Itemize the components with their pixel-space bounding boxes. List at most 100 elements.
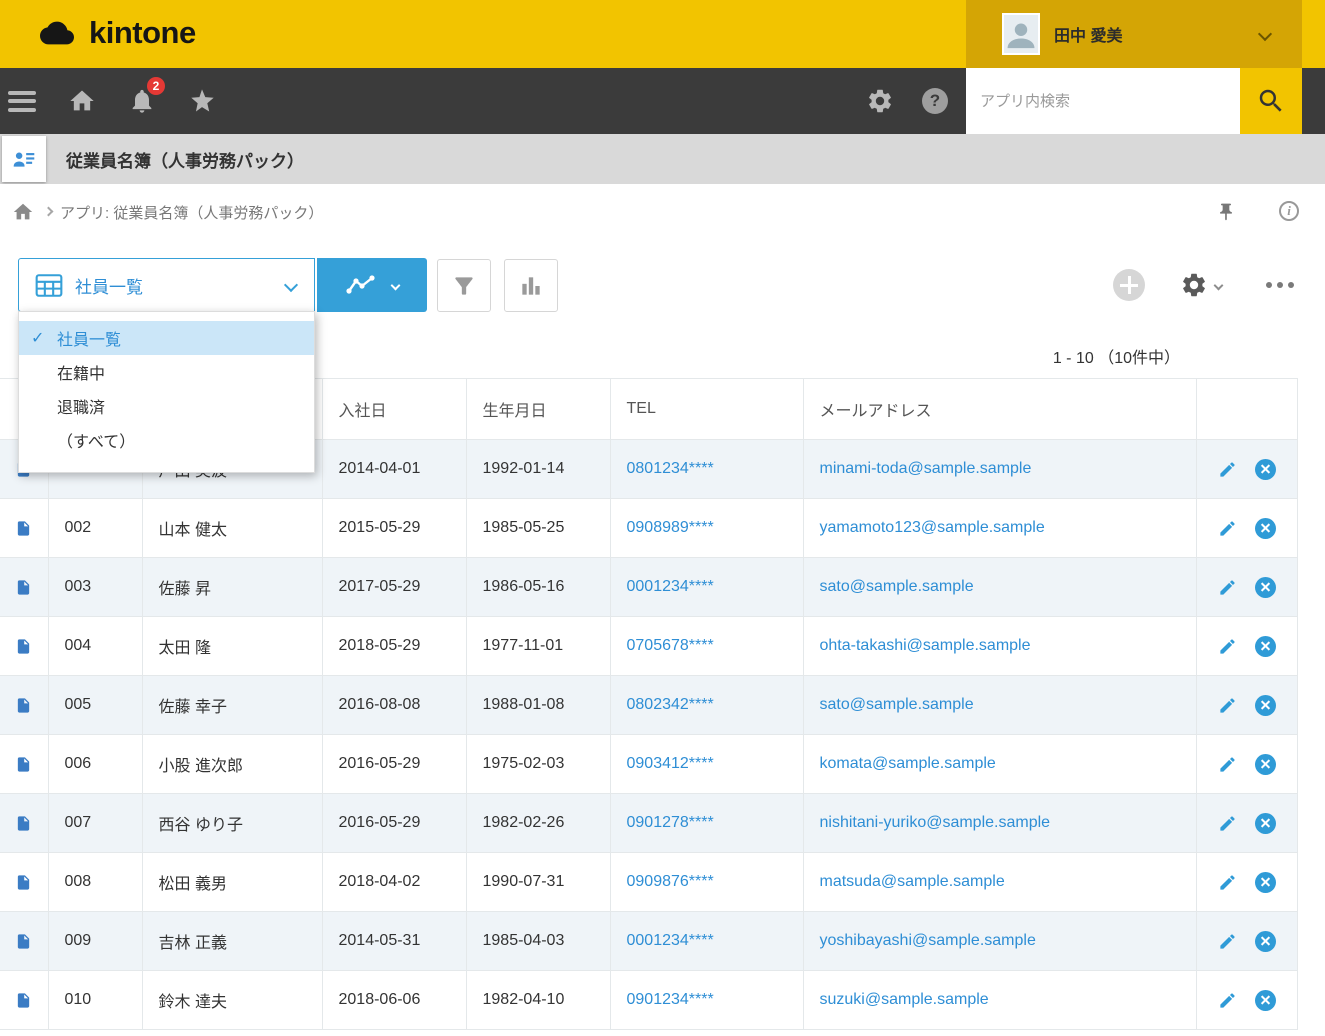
delete-record-icon[interactable] (1255, 931, 1276, 952)
record-number-cell: 010 (48, 971, 142, 1030)
tel-link[interactable]: 0901278**** (627, 814, 714, 831)
delete-record-icon[interactable] (1255, 754, 1276, 775)
email-cell: ohta-takashi@sample.sample (803, 617, 1196, 676)
menu-icon[interactable] (8, 91, 36, 112)
kintone-logo[interactable]: kintone (34, 15, 196, 51)
email-link[interactable]: matsuda@sample.sample (820, 873, 1005, 890)
edit-pencil-icon[interactable] (1218, 991, 1237, 1010)
breadcrumb-home-icon[interactable] (12, 201, 34, 228)
record-document-icon[interactable] (15, 754, 32, 775)
email-link[interactable]: minami-toda@sample.sample (820, 460, 1032, 477)
delete-record-icon[interactable] (1255, 990, 1276, 1011)
help-icon[interactable]: ? (922, 88, 948, 114)
table-row: 005 佐藤 幸子 2016-08-08 1988-01-08 0802342*… (0, 676, 1297, 735)
email-link[interactable]: suzuki@sample.sample (820, 991, 989, 1008)
email-link[interactable]: sato@sample.sample (820, 696, 974, 713)
column-header-hire-date[interactable]: 入社日 (322, 379, 466, 440)
tel-link[interactable]: 0705678**** (627, 637, 714, 654)
email-link[interactable]: yamamoto123@sample.sample (820, 519, 1045, 536)
view-selector-label: 社員一覧 (75, 273, 143, 298)
search-button[interactable] (1240, 68, 1302, 134)
column-header-birth-date[interactable]: 生年月日 (466, 379, 610, 440)
info-icon[interactable]: i (1279, 201, 1299, 221)
record-document-icon[interactable] (15, 636, 32, 657)
delete-record-icon[interactable] (1255, 518, 1276, 539)
delete-record-icon[interactable] (1255, 577, 1276, 598)
edit-pencil-icon[interactable] (1218, 519, 1237, 538)
email-link[interactable]: yoshibayashi@sample.sample (820, 932, 1036, 949)
user-menu[interactable]: 田中 愛美 (966, 0, 1302, 68)
tel-link[interactable]: 0802342**** (627, 696, 714, 713)
record-document-icon[interactable] (15, 872, 32, 893)
column-header-tel[interactable]: TEL (610, 379, 803, 440)
view-option[interactable]: ✓ 社員一覧 (19, 321, 314, 355)
tel-link[interactable]: 0801234**** (627, 460, 714, 477)
column-header-email[interactable]: メールアドレス (803, 379, 1196, 440)
edit-pencil-icon[interactable] (1218, 873, 1237, 892)
settings-gear-icon[interactable] (866, 87, 894, 115)
graph-button[interactable] (317, 258, 427, 312)
email-link[interactable]: ohta-takashi@sample.sample (820, 637, 1031, 654)
pin-icon[interactable] (1216, 202, 1236, 227)
record-document-icon[interactable] (15, 695, 32, 716)
edit-pencil-icon[interactable] (1218, 460, 1237, 479)
logo-text: kintone (89, 15, 196, 51)
home-icon[interactable] (68, 87, 96, 115)
app-settings-button[interactable] (1180, 271, 1222, 299)
record-number-cell: 006 (48, 735, 142, 794)
record-document-icon[interactable] (15, 518, 32, 539)
app-icon[interactable] (2, 136, 46, 182)
edit-pencil-icon[interactable] (1218, 814, 1237, 833)
record-document-icon[interactable] (15, 931, 32, 952)
record-icon-cell (0, 676, 48, 735)
hire-date-cell: 2017-05-29 (322, 558, 466, 617)
email-link[interactable]: sato@sample.sample (820, 578, 974, 595)
view-option[interactable]: （すべて） (19, 423, 314, 457)
record-number-cell: 002 (48, 499, 142, 558)
tel-link[interactable]: 0001234**** (627, 578, 714, 595)
email-link[interactable]: komata@sample.sample (820, 755, 996, 772)
delete-record-icon[interactable] (1255, 813, 1276, 834)
actions-cell (1196, 971, 1297, 1030)
record-number-cell: 003 (48, 558, 142, 617)
more-options-button[interactable] (1266, 282, 1294, 288)
edit-pencil-icon[interactable] (1218, 932, 1237, 951)
add-record-button[interactable] (1113, 269, 1145, 301)
edit-pencil-icon[interactable] (1218, 578, 1237, 597)
tel-link[interactable]: 0908989**** (627, 519, 714, 536)
tel-link[interactable]: 0901234**** (627, 991, 714, 1008)
star-icon[interactable] (188, 87, 216, 115)
chart-button[interactable] (504, 259, 558, 312)
hire-date-cell: 2018-04-02 (322, 853, 466, 912)
edit-pencil-icon[interactable] (1218, 755, 1237, 774)
filter-button[interactable] (437, 259, 491, 312)
email-link[interactable]: nishitani-yuriko@sample.sample (820, 814, 1051, 831)
birth-date-cell: 1985-05-25 (466, 499, 610, 558)
view-option[interactable]: 退職済 (19, 389, 314, 423)
record-document-icon[interactable] (15, 577, 32, 598)
record-document-icon[interactable] (15, 990, 32, 1011)
tel-link[interactable]: 0001234**** (627, 932, 714, 949)
tel-link[interactable]: 0903412**** (627, 755, 714, 772)
edit-pencil-icon[interactable] (1218, 637, 1237, 656)
tel-cell: 0801234**** (610, 440, 803, 499)
view-option[interactable]: 在籍中 (19, 355, 314, 389)
chevron-down-icon (390, 280, 400, 290)
delete-record-icon[interactable] (1255, 459, 1276, 480)
hire-date-cell: 2016-08-08 (322, 676, 466, 735)
search-input[interactable] (966, 68, 1240, 134)
delete-record-icon[interactable] (1255, 872, 1276, 893)
hire-date-cell: 2014-04-01 (322, 440, 466, 499)
chevron-down-icon (1214, 280, 1224, 290)
view-selector[interactable]: 社員一覧 (18, 258, 315, 312)
breadcrumb-app-link[interactable]: アプリ: 従業員名簿（人事労務パック） (60, 184, 323, 240)
tel-cell: 0901234**** (610, 971, 803, 1030)
tel-cell: 0001234**** (610, 912, 803, 971)
edit-pencil-icon[interactable] (1218, 696, 1237, 715)
chevron-down-icon (284, 278, 298, 292)
delete-record-icon[interactable] (1255, 695, 1276, 716)
notifications-icon[interactable]: 2 (128, 87, 156, 115)
delete-record-icon[interactable] (1255, 636, 1276, 657)
tel-link[interactable]: 0909876**** (627, 873, 714, 890)
record-document-icon[interactable] (15, 813, 32, 834)
